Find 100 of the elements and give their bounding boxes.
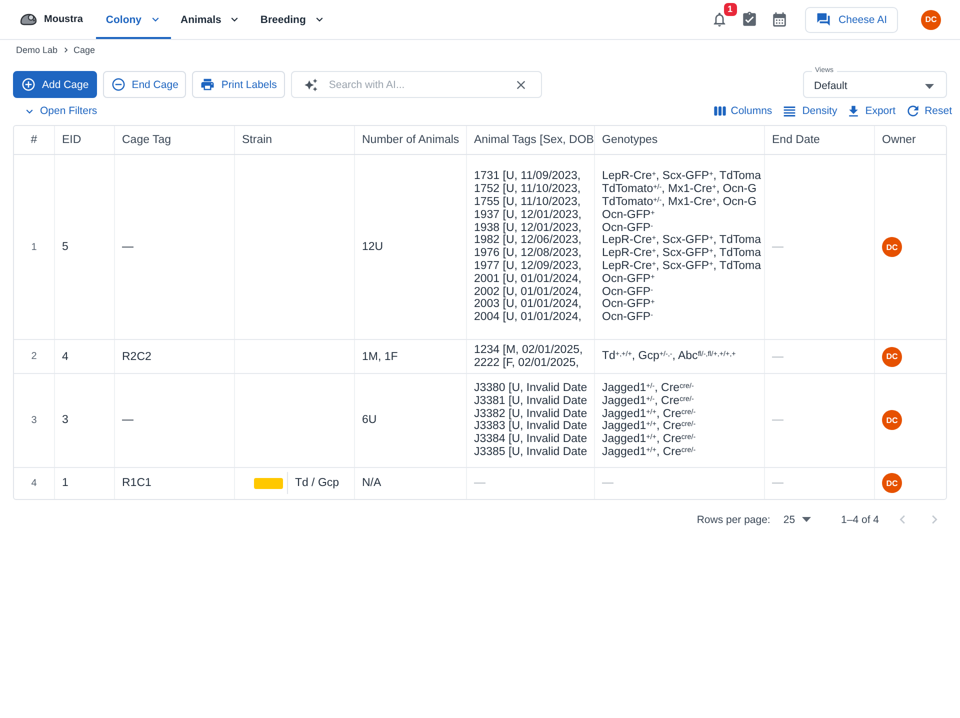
genotype-text: Ocn-GFP$^{-}$ [602, 311, 653, 324]
nav-tab[interactable]: Colony [96, 0, 170, 39]
animal-tag-text: J3380 [U, Invalid Date [474, 382, 588, 395]
column-header[interactable]: Genotypes [595, 126, 765, 154]
rows-per-page-label: Rows per page: [696, 514, 770, 526]
animal-tag-text: J3384 [U, Invalid Date [474, 433, 588, 446]
genotype-text: Ocn-GFP$^{+}$ [602, 272, 655, 286]
genotype-text: LepR-Cre$^{+}$, Scx-GFP$^{+}$, TdToma [602, 247, 761, 260]
animal-tag-text: 2003 [U, 01/01/2024, [474, 298, 582, 312]
animal-tag-text: 1234 [M, 02/01/2025, [474, 344, 583, 357]
breadcrumb-link[interactable]: Demo Lab [16, 44, 58, 54]
animal-tag-text: 2002 [U, 01/01/2024, [474, 286, 582, 298]
printer-icon [200, 77, 216, 92]
genotype-text: Jagged1$^{+/+}$, Cre$^{cre/-}$ [602, 433, 696, 446]
table-cell: R2C2 [115, 340, 235, 373]
owner-avatar: DC [882, 346, 902, 367]
row-number: 3 [14, 374, 55, 467]
table-action-button[interactable]: Reset [904, 103, 952, 119]
caret-down-icon [925, 84, 934, 88]
column-header[interactable]: End Date [765, 126, 875, 154]
column-header[interactable]: Strain [235, 126, 355, 154]
table-cell: — [765, 468, 875, 499]
nav-tab[interactable]: Animals [170, 0, 250, 39]
user-avatar[interactable]: DC [921, 10, 941, 30]
caret-down-icon [802, 517, 812, 522]
animal-tag-text: 1982 [U, 12/06/2023, [474, 234, 582, 248]
column-header[interactable]: EID [55, 126, 115, 154]
assistant-button[interactable]: Cheese AI [804, 6, 898, 32]
table-cell: — [765, 155, 875, 340]
clipboard-check-icon[interactable] [740, 11, 758, 28]
animal-tag-text: J3385 [U, Invalid Date [474, 446, 588, 459]
genotype-text: LepR-Cre$^{+}$, Scx-GFP$^{+}$, TdToma [602, 170, 761, 184]
owner-avatar: DC [882, 410, 902, 430]
column-header[interactable]: # [14, 126, 55, 154]
breadcrumb-current: Cage [74, 44, 96, 54]
owner-avatar: DC [882, 473, 902, 494]
genotype-text: Ocn-GFP$^{+}$ [602, 208, 655, 222]
table-cell: 5 [55, 155, 115, 340]
animal-tag-text: 1977 [U, 12/09/2023, [474, 260, 582, 273]
table-cell: 12U [355, 155, 467, 340]
owner-avatar: DC [882, 237, 902, 258]
page-range: 1–4 of 4 [841, 514, 879, 526]
genotype-text: Ocn-GFP$^{-}$ [602, 286, 653, 298]
column-header[interactable]: Animal Tags [Sex, DOB [467, 126, 595, 154]
animal-tag-text: 1755 [U, 11/10/2023, [474, 196, 581, 209]
table-cell: R1C1 [115, 468, 235, 499]
strain-name: Td / Gcp [294, 477, 340, 490]
sparkle-icon [304, 78, 318, 92]
animal-tag-text: 2004 [U, 01/01/2024, [474, 311, 582, 324]
genotype-text: TdTomato$^{+/-}$, Mx1-Cre$^{+}$, Ocn-G [602, 196, 757, 209]
table-cell: — [115, 155, 235, 340]
table-cell: 1 [55, 468, 115, 499]
animal-tag-text: 2222 [F, 02/01/2025, [474, 356, 579, 370]
row-number: 1 [14, 155, 55, 340]
notification-badge: 1 [724, 3, 737, 16]
chat-bubbles-icon [816, 12, 831, 27]
column-header[interactable]: Cage Tag [115, 126, 235, 154]
table-action-button[interactable]: Density [781, 102, 838, 120]
table-cell: — [115, 374, 235, 467]
genotype-text: TdTomato$^{+/-}$, Mx1-Cre$^{+}$, Ocn-G [602, 183, 757, 196]
genotype-text: Ocn-GFP$^{+}$ [602, 298, 655, 312]
table-action-button[interactable]: Columns [712, 104, 772, 118]
refresh-icon [904, 103, 921, 119]
mouse-icon [20, 13, 37, 26]
toolbar-button[interactable]: End Cage [102, 71, 186, 98]
open-filters-button[interactable]: Open Filters [23, 104, 98, 118]
nav-tab[interactable]: Breeding [250, 0, 335, 39]
search-field[interactable]: Search with AI... [290, 71, 542, 98]
row-number: 2 [14, 340, 55, 373]
calendar-icon[interactable] [770, 11, 788, 28]
table-cell: 3 [55, 374, 115, 467]
animal-tag-text: 1937 [U, 12/01/2023, [474, 208, 582, 222]
toolbar-button[interactable]: Print Labels [192, 71, 285, 98]
brand-name: Moustra [44, 14, 83, 25]
animal-tag-text: 1752 [U, 11/10/2023, [474, 183, 581, 196]
animal-tag-text: J3383 [U, Invalid Date [474, 420, 588, 434]
genotype-text: Jagged1$^{+/+}$, Cre$^{cre/-}$ [602, 408, 696, 420]
table-cell: — [765, 374, 875, 467]
column-header[interactable]: Number of Animals [355, 126, 467, 154]
animal-tag-text: 1731 [U, 11/09/2023, [474, 170, 581, 184]
animal-tag-text: 1976 [U, 12/08/2023, [474, 247, 582, 260]
table-cell: — [467, 468, 595, 499]
row-number: 4 [14, 468, 55, 499]
animal-tag-text: 2001 [U, 01/01/2024, [474, 272, 582, 286]
animal-tag-text: 1938 [U, 12/01/2023, [474, 222, 582, 234]
table-cell: — [595, 468, 765, 499]
table-action-button[interactable]: Export [846, 104, 896, 118]
genotype-text: Ocn-GFP$^{-}$ [602, 222, 653, 234]
table-cell: N/A [355, 468, 467, 499]
table-cell: 6U [355, 374, 467, 467]
column-header[interactable]: Owner [875, 126, 946, 154]
genotype-text: LepR-Cre$^{+}$, Scx-GFP$^{+}$, TdToma [602, 260, 761, 273]
animal-tag-text: J3381 [U, Invalid Date [474, 394, 588, 408]
table-cell: — [765, 340, 875, 373]
animal-tag-text: J3382 [U, Invalid Date [474, 408, 588, 420]
genotype-text: Jagged1$^{+/+}$, Cre$^{cre/-}$ [602, 420, 696, 434]
table-cell: 1M, 1F [355, 340, 467, 373]
toolbar-button[interactable]: Add Cage [13, 71, 97, 98]
genotype-text: Jagged1$^{+/-}$, Cre$^{cre/-}$ [602, 382, 694, 395]
rows-per-page-select[interactable]: 25 [783, 514, 812, 526]
